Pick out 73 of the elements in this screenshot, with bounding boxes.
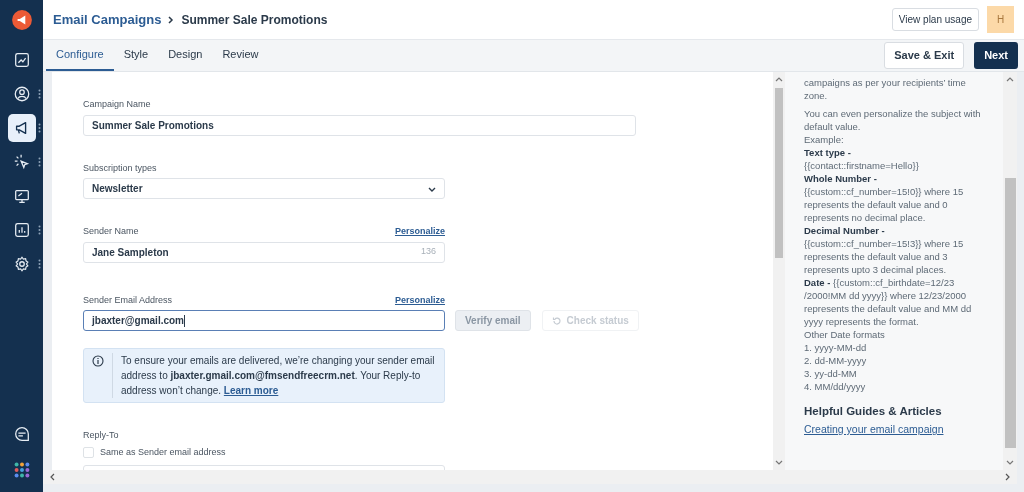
view-plan-button[interactable]: View plan usage — [891, 8, 979, 31]
checkbox[interactable] — [83, 446, 94, 458]
save-exit-button[interactable]: Save & Exit — [884, 42, 965, 69]
help-text: campaigns as per your recipients’ time zone. — [804, 76, 967, 102]
scroll-thumb[interactable] — [1004, 178, 1016, 448]
scrollbar[interactable] — [785, 470, 1018, 484]
scroll-down-icon[interactable] — [1006, 458, 1015, 466]
tab[interactable]: Style — [113, 40, 159, 71]
personalize-link[interactable]: Personalize — [394, 225, 445, 239]
help-text: Date - {{custom::cf_birthdate=12/23 /2000!MM dd yyyy}} where 12/23/2000 represents the default value and MM dd yyyy represents the format. — [804, 276, 973, 328]
help-text: 4. MM/dd/yyyy — [804, 380, 867, 393]
help-text: {{custom::cf_number=15!0}} where 15 represents the default value and 0 represents no decimal place. — [804, 185, 965, 224]
help-term: Text type - — [804, 146, 852, 159]
scroll-left-icon[interactable] — [49, 473, 57, 481]
help-text: {{contact::firstname=Hello}} — [804, 159, 920, 172]
next-button[interactable]: Next — [974, 42, 1018, 69]
chevron-icon — [167, 15, 176, 24]
input-field[interactable]: jbaxter@gmail.com — [83, 310, 445, 331]
help-text: You can even personalize the subject with default value. — [804, 107, 982, 133]
info-icon — [92, 355, 104, 367]
scroll-up-icon[interactable] — [1006, 76, 1015, 84]
logo-icon[interactable] — [10, 9, 33, 31]
text-cursor — [184, 314, 185, 327]
select-field[interactable]: Newsletter — [83, 178, 445, 199]
help-text: Other Date formats — [804, 328, 886, 341]
scrollbar[interactable] — [43, 470, 785, 484]
guide-link[interactable]: Creating your email campaign — [804, 423, 990, 436]
field-label: Campaign Name — [83, 98, 151, 111]
info-message: To ensure your emails are delivered, we’re changing your sender email address to jbaxter.gmail.com@fmsendfreecrm.net. Your Reply-to address won’t change. Learn more — [112, 353, 436, 398]
help-text: 1. yyyy-MM-dd — [804, 341, 868, 354]
field-label: Reply-To — [83, 429, 120, 442]
input-field[interactable]: Jane Sampleton 136 — [83, 241, 445, 263]
apps-grid-icon[interactable] — [12, 461, 31, 479]
cursor-click-icon[interactable] — [12, 153, 31, 171]
refresh-icon — [551, 315, 562, 326]
more-icon[interactable] — [37, 89, 41, 99]
personalize-link[interactable]: Personalize — [394, 293, 445, 307]
input-field[interactable]: Summer Sale Promotions — [83, 114, 636, 136]
help-text: 2. dd-MM-yyyy — [804, 354, 868, 367]
more-icon[interactable] — [37, 123, 41, 133]
tab[interactable]: Design — [158, 40, 213, 71]
scrollbar[interactable] — [773, 72, 785, 470]
learn-more-link[interactable]: Learn more — [223, 385, 279, 396]
chat-icon[interactable] — [12, 425, 31, 443]
input-value: Jane Sampleton — [92, 245, 169, 260]
character-counter: 136 — [420, 245, 436, 259]
field-label: Subscription types — [83, 161, 157, 175]
help-term: Decimal Number - — [804, 224, 886, 237]
field-label: Sender Email Address — [83, 293, 173, 307]
chart-icon[interactable] — [12, 221, 31, 239]
breadcrumb-link[interactable]: Email Campaigns — [53, 9, 162, 30]
breadcrumb-current: Summer Sale Promotions — [181, 11, 328, 29]
scroll-thumb[interactable] — [775, 88, 783, 258]
more-icon[interactable] — [37, 259, 41, 269]
field-label: Sender Name — [83, 225, 139, 238]
scrollbar[interactable] — [1003, 72, 1018, 470]
person-icon[interactable] — [12, 85, 31, 103]
select-value: Newsletter — [92, 182, 143, 196]
scroll-right-icon[interactable] — [1003, 473, 1012, 481]
monitor-icon[interactable] — [12, 187, 31, 205]
scroll-down-icon[interactable] — [775, 458, 783, 466]
help-text: 3. yy-dd-MM — [804, 367, 858, 380]
dashboard-icon[interactable] — [12, 51, 31, 69]
section-heading: Helpful Guides & Articles — [804, 405, 943, 418]
more-icon[interactable] — [37, 225, 41, 235]
input-value: jbaxter@gmail.com — [92, 314, 184, 328]
scroll-up-icon[interactable] — [775, 76, 783, 84]
checkbox-label: Same as Sender email address — [100, 445, 226, 459]
more-icon[interactable] — [37, 157, 41, 167]
help-term: Whole Number - — [804, 172, 878, 185]
tab[interactable]: Review — [212, 40, 269, 71]
help-text: Example: — [804, 133, 845, 146]
help-text: {{custom::cf_number=15!3}} where 15 represents the default value and 3 represents upto 3 decimal places. — [804, 237, 965, 276]
